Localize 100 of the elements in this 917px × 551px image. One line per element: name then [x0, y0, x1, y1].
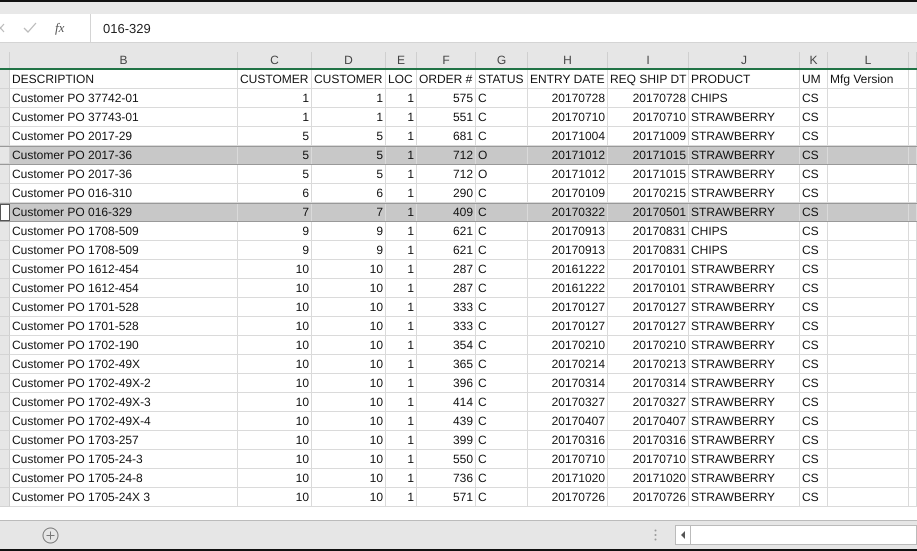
column-header[interactable]: B — [10, 52, 238, 68]
column-header[interactable]: J — [689, 52, 800, 68]
table-cell: Customer PO 1702-190 — [10, 336, 238, 355]
table-cell: 1 — [386, 355, 417, 374]
table-cell: 20171012 — [528, 165, 608, 184]
table-cell: 9 — [238, 241, 312, 260]
table-cell: 10 — [312, 393, 386, 412]
row-header[interactable] — [0, 204, 10, 221]
table-cell: C — [476, 317, 528, 336]
formula-input[interactable]: 016-329 — [91, 20, 917, 36]
table-cell: 439 — [417, 412, 476, 431]
table-cell: 333 — [417, 298, 476, 317]
table-row[interactable]: Customer PO 1701-528 10 10 1 333 C 20170127 20170127 STRAWBERRY CS — [0, 298, 917, 317]
table-cell: 10 — [312, 279, 386, 298]
table-cell: C — [476, 279, 528, 298]
column-header[interactable]: F — [417, 52, 476, 68]
table-cell: ENTRY DATE — [528, 70, 608, 89]
table-row[interactable]: Customer PO 1702-49X 10 10 1 365 C 20170214 20170213 STRAWBERRY CS — [0, 355, 917, 374]
table-cell: Customer PO 1705-24-3 — [10, 450, 238, 469]
table-row[interactable]: Customer PO 1708-509 9 9 1 621 C 20170913 20170831 CHIPS CS — [0, 222, 917, 241]
column-header[interactable]: C — [238, 52, 312, 68]
table-row[interactable]: Customer PO 1703-257 10 10 1 399 C 20170316 20170316 STRAWBERRY CS — [0, 431, 917, 450]
table-row[interactable]: Customer PO 2017-36 5 5 1 712 O 20171012 20171015 STRAWBERRY CS — [0, 146, 917, 165]
table-row[interactable]: Customer PO 1702-190 10 10 1 354 C 20170210 20170210 STRAWBERRY CS — [0, 336, 917, 355]
table-row[interactable]: Customer PO 1612-454 10 10 1 287 C 20161222 20170101 STRAWBERRY CS — [0, 260, 917, 279]
table-row[interactable]: Customer PO 1705-24-3 10 10 1 550 C 20170710 20170710 STRAWBERRY CS — [0, 450, 917, 469]
table-cell: 10 — [238, 317, 312, 336]
table-row[interactable]: Customer PO 1708-509 9 9 1 621 C 20170913 20170831 CHIPS CS — [0, 241, 917, 260]
table-cell: CS — [800, 393, 828, 412]
table-cell: LOC — [386, 70, 417, 89]
table-cell: 20170728 — [608, 89, 689, 108]
column-header[interactable]: E — [386, 52, 417, 68]
table-cell: 20170831 — [608, 222, 689, 241]
table-cell: CUSTOMER — [312, 70, 386, 89]
table-row[interactable]: Customer PO 1702-49X-3 10 10 1 414 C 20170327 20170327 STRAWBERRY CS — [0, 393, 917, 412]
table-row[interactable]: Customer PO 37742-01 1 1 1 575 C 20170728 20170728 CHIPS CS — [0, 89, 917, 108]
table-cell: C — [476, 355, 528, 374]
table-cell: 1 — [386, 108, 417, 127]
table-cell: 10 — [238, 431, 312, 450]
table-cell: CS — [800, 336, 828, 355]
table-cell: C — [476, 108, 528, 127]
table-row[interactable]: Customer PO 1702-49X-4 10 10 1 439 C 20170407 20170407 STRAWBERRY CS — [0, 412, 917, 431]
table-cell: CS — [800, 431, 828, 450]
table-cell: 20170210 — [528, 336, 608, 355]
table-cell: 20171012 — [528, 147, 608, 164]
splitter-handle-icon[interactable] — [654, 529, 657, 541]
table-cell: Customer PO 1702-49X — [10, 355, 238, 374]
table-row[interactable]: Customer PO 2017-36 5 5 1 712 O 20171012 20171015 STRAWBERRY CS — [0, 165, 917, 184]
table-cell: 20170127 — [528, 317, 608, 336]
table-cell: 20170726 — [608, 488, 689, 507]
table-cell: C — [476, 469, 528, 488]
table-cell: 9 — [312, 222, 386, 241]
table-cell: Customer PO 1705-24X 3 — [10, 488, 238, 507]
table-cell: 1 — [386, 147, 417, 164]
table-cell: 20171020 — [528, 469, 608, 488]
table-cell: 621 — [417, 241, 476, 260]
table-row[interactable]: Customer PO 1701-528 10 10 1 333 C 20170127 20170127 STRAWBERRY CS — [0, 317, 917, 336]
table-cell: 10 — [312, 317, 386, 336]
table-cell: C — [476, 298, 528, 317]
table-cell: ORDER # — [417, 70, 476, 89]
add-sheet-icon[interactable] — [42, 526, 59, 544]
column-header[interactable]: D — [312, 52, 386, 68]
column-header[interactable]: H — [528, 52, 608, 68]
table-cell: 1 — [238, 89, 312, 108]
table-cell: STRAWBERRY — [689, 147, 800, 164]
table-cell: C — [476, 393, 528, 412]
table-cell: 1 — [386, 488, 417, 507]
table-row[interactable]: Customer PO 37743-01 1 1 1 551 C 20170710 20170710 STRAWBERRY CS — [0, 108, 917, 127]
table-row[interactable]: Customer PO 1702-49X-2 10 10 1 396 C 20170314 20170314 STRAWBERRY CS — [0, 374, 917, 393]
column-header[interactable]: K — [800, 52, 828, 68]
table-cell: 5 — [238, 147, 312, 164]
table-cell: 5 — [312, 165, 386, 184]
table-cell: CS — [800, 298, 828, 317]
table-cell: 712 — [417, 165, 476, 184]
table-cell: 20170407 — [608, 412, 689, 431]
table-row[interactable]: Customer PO 1612-454 10 10 1 287 C 20161222 20170101 STRAWBERRY CS — [0, 279, 917, 298]
insert-function-button[interactable]: fx — [55, 20, 64, 36]
table-cell: CS — [800, 108, 828, 127]
table-cell: 1 — [386, 241, 417, 260]
check-icon[interactable] — [23, 22, 37, 34]
table-cell: Customer PO 1702-49X-3 — [10, 393, 238, 412]
table-cell: 20170214 — [528, 355, 608, 374]
table-cell: C — [476, 241, 528, 260]
horizontal-scrollbar[interactable] — [675, 525, 917, 545]
table-row[interactable]: Customer PO 1705-24X 3 10 10 1 571 C 20170726 20170726 STRAWBERRY CS — [0, 488, 917, 507]
column-header[interactable]: I — [608, 52, 689, 68]
table-cell: 1 — [386, 317, 417, 336]
table-row[interactable]: DESCRIPTION CUSTOMER CUSTOMER LOC ORDER # STATUS ENTRY DATE REQ SHIP DT PRODUCT UM Mfg Version — [0, 70, 917, 89]
cancel-icon[interactable] — [0, 23, 5, 33]
table-cell: 575 — [417, 89, 476, 108]
table-cell: STRAWBERRY — [689, 260, 800, 279]
table-cell: 7 — [238, 204, 312, 221]
table-cell: 10 — [312, 298, 386, 317]
table-cell: 414 — [417, 393, 476, 412]
column-header[interactable]: G — [476, 52, 528, 68]
table-cell: 20170316 — [608, 431, 689, 450]
table-row[interactable]: Customer PO 016-329 7 7 1 409 C 20170322 20170501 STRAWBERRY CS — [0, 203, 917, 222]
table-cell: Customer PO 1701-528 — [10, 298, 238, 317]
column-header[interactable]: L — [828, 52, 909, 68]
table-row[interactable]: Customer PO 1705-24-8 10 10 1 736 C 20171020 20171020 STRAWBERRY CS — [0, 469, 917, 488]
